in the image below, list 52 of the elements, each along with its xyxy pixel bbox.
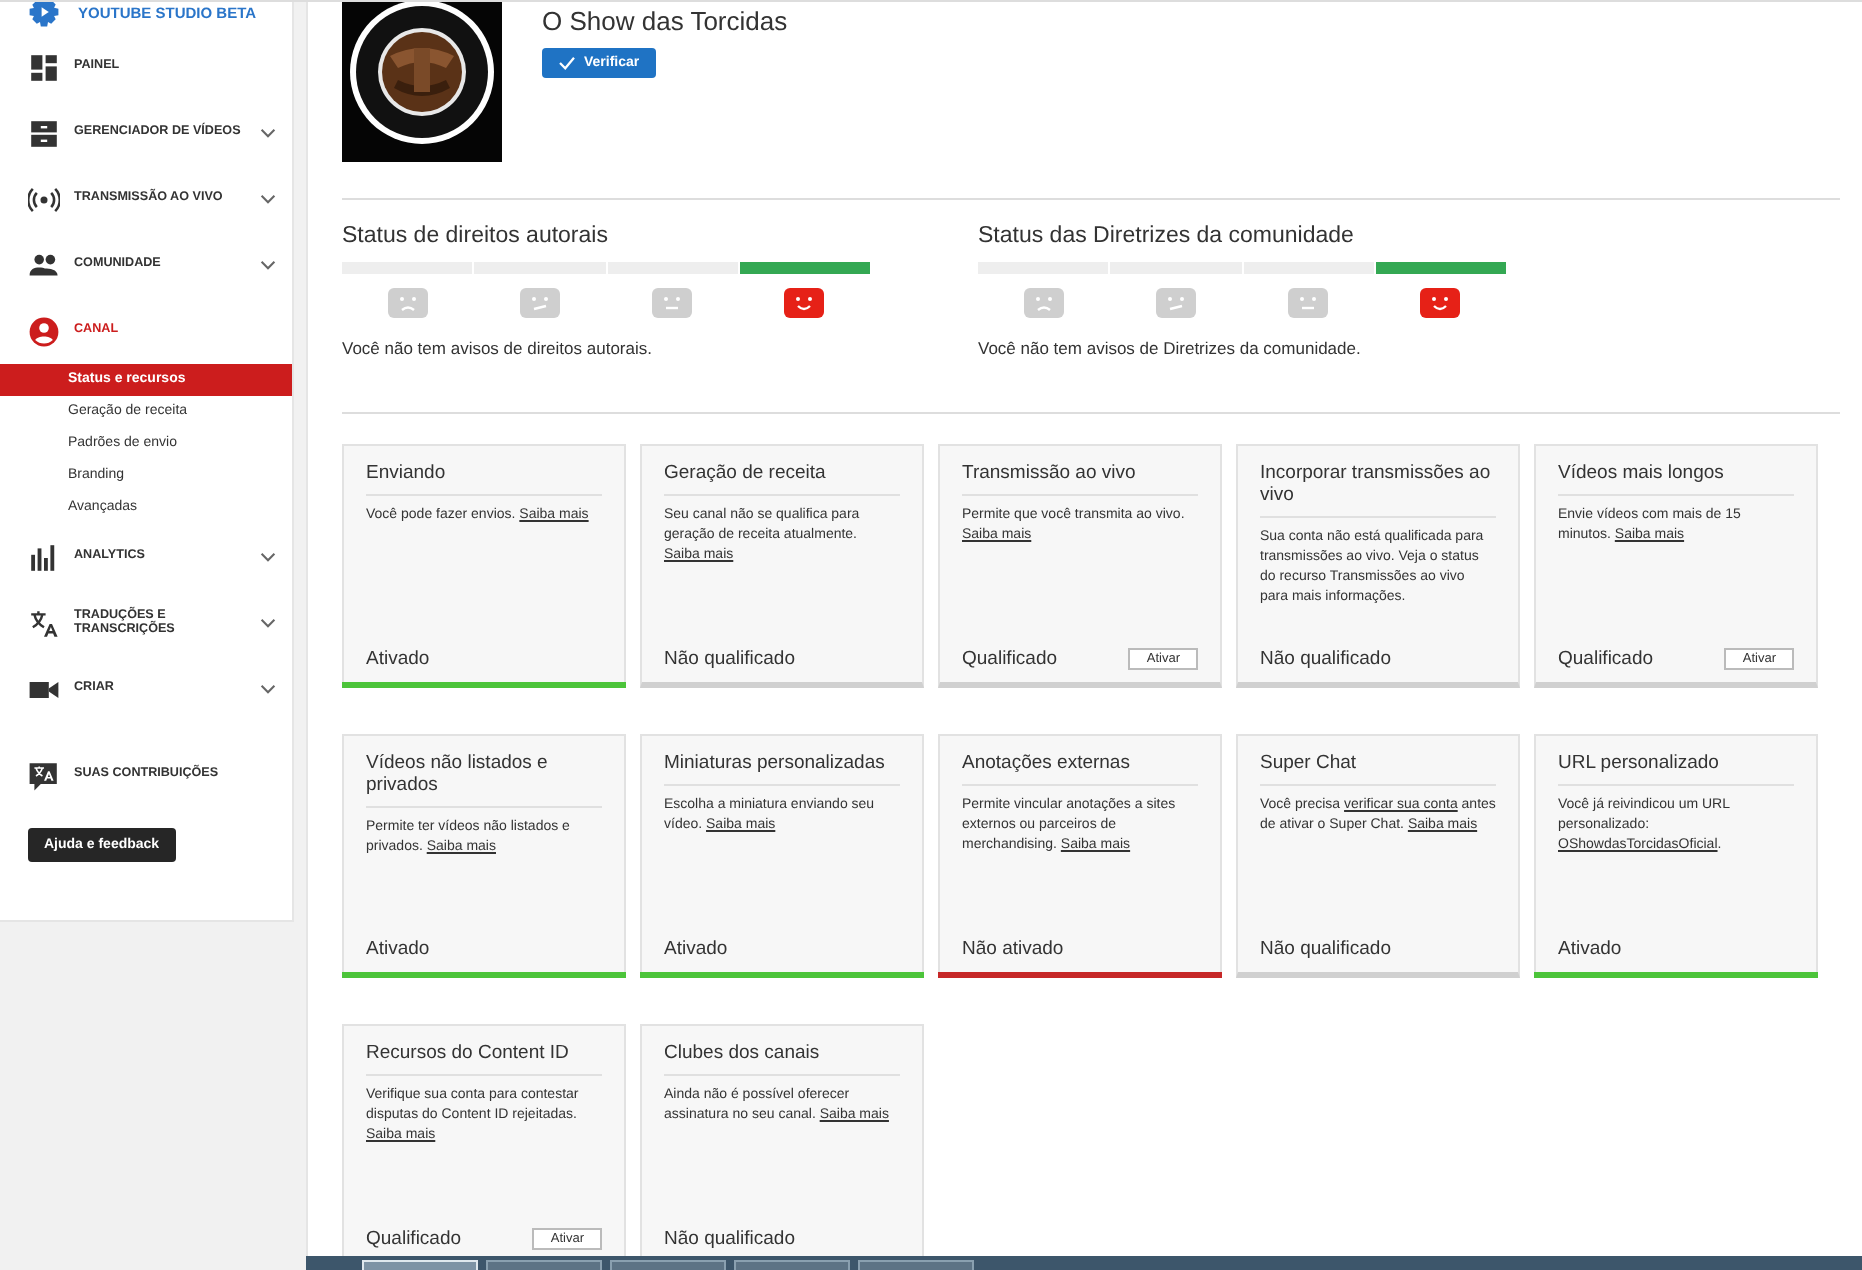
- analytics-icon: [28, 541, 60, 573]
- status-label: Ativado: [664, 938, 728, 960]
- face-icon: [1023, 288, 1064, 318]
- face-icon: [652, 288, 693, 318]
- chevron-down-icon[interactable]: [260, 260, 276, 270]
- status-label: Qualificado: [1558, 648, 1654, 670]
- card-title: Vídeos não listados e privados: [366, 754, 602, 808]
- community-icon: [28, 249, 60, 281]
- card-title: Vídeos mais longos: [1558, 464, 1794, 496]
- chevron-down-icon[interactable]: [260, 552, 276, 562]
- section-title: Status das Diretrizes da comunidade: [978, 224, 1356, 248]
- smiley-icon: [784, 288, 825, 318]
- face-icon: [519, 288, 560, 318]
- face-icon: [387, 288, 428, 318]
- card-title: Transmissão ao vivo: [962, 464, 1198, 496]
- status-message: Você não tem avisos de Diretrizes da comunidade.: [978, 338, 1363, 358]
- card-title: Enviando: [366, 464, 602, 496]
- channel-icon: [28, 315, 60, 347]
- status-label: Ativado: [366, 938, 430, 960]
- card-title: Recursos do Content ID: [366, 1044, 602, 1076]
- translate-icon: [28, 607, 60, 639]
- chevron-down-icon[interactable]: [260, 684, 276, 694]
- card-title: Geração de receita: [664, 464, 900, 496]
- manager-icon: [28, 117, 60, 149]
- section-title: Status de direitos autorais: [342, 224, 610, 248]
- channel-name: O Show das Torcidas: [542, 6, 788, 36]
- card-title: Super Chat: [1260, 754, 1496, 786]
- dashboard-icon: [28, 51, 60, 83]
- card-title: Miniaturas personalizadas: [664, 754, 900, 786]
- chevron-down-icon[interactable]: [260, 618, 276, 628]
- status-label: Ativado: [366, 648, 430, 670]
- status-label: Não qualificado: [1260, 938, 1391, 960]
- smiley-icon: [1420, 288, 1461, 318]
- card-title: Anotações externas: [962, 754, 1198, 786]
- card-title: Clubes dos canais: [664, 1044, 900, 1076]
- status-label: Não ativado: [962, 938, 1064, 960]
- status-label: Qualificado: [962, 648, 1058, 670]
- status-label: Não qualificado: [1260, 648, 1391, 670]
- status-label: Não qualificado: [664, 648, 795, 670]
- status-message: Você não tem avisos de direitos autorais.: [342, 338, 654, 358]
- chevron-down-icon[interactable]: [260, 128, 276, 138]
- card-title: Incorporar transmissões ao vivo: [1260, 464, 1496, 518]
- card-title: URL personalizado: [1558, 754, 1794, 786]
- check-icon: [558, 56, 576, 70]
- translate-icon: [28, 759, 60, 791]
- live-icon: [28, 183, 60, 215]
- status-label: Não qualificado: [664, 1228, 795, 1250]
- face-icon: [1155, 288, 1196, 318]
- chevron-down-icon[interactable]: [260, 194, 276, 204]
- face-icon: [1288, 288, 1329, 318]
- status-label: Qualificado: [366, 1228, 462, 1250]
- status-label: Ativado: [1558, 938, 1622, 960]
